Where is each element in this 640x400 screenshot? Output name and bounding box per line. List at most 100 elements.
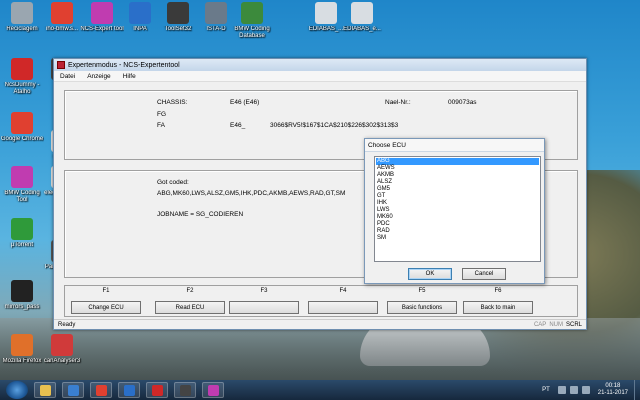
ecu-list-item[interactable]: RAD — [376, 228, 539, 235]
change-ecu-button[interactable]: Change ECU — [71, 301, 141, 314]
desktop-icon-label: Reciclagem — [6, 26, 38, 32]
desktop-icon-label: Mozilla Firefox — [2, 358, 42, 364]
shortcut-icon — [51, 2, 73, 24]
taskbar: PT 00:18 21-11-2017 — [0, 380, 640, 400]
window-titlebar[interactable]: Expertenmodus - NCS-Expertentool — [54, 59, 586, 71]
shortcut-icon — [315, 2, 337, 24]
desktop-icon[interactable]: Mozilla Firefox — [0, 334, 44, 365]
naelnr-label: Nael-Nr.: — [385, 99, 411, 106]
ecu-list-item[interactable]: IHK — [376, 200, 539, 207]
ecu-list-item[interactable]: LWS — [376, 207, 539, 214]
taskbar-explorer-button[interactable] — [34, 382, 56, 398]
desktop-icon[interactable]: BMW Coding Tool — [0, 166, 44, 204]
cancel-button[interactable]: Cancel — [462, 268, 506, 280]
read-ecu-button[interactable]: Read ECU — [155, 301, 225, 314]
clock-date: 21-11-2017 — [597, 390, 628, 396]
ecu-list-item[interactable]: MK60 — [376, 214, 539, 221]
clock[interactable]: 00:18 21-11-2017 — [598, 383, 628, 397]
dialog-titlebar[interactable]: Choose ECU — [365, 139, 544, 152]
app-icon — [57, 61, 65, 69]
desktop-icon[interactable]: Google Chrome — [0, 112, 44, 143]
f3-button[interactable] — [229, 301, 299, 314]
shortcut-icon — [11, 112, 33, 134]
ecu-list-item[interactable]: SM — [376, 235, 539, 242]
fa-label: FA — [157, 122, 165, 129]
ecu-list-item[interactable]: ALSZ — [376, 179, 539, 186]
ecu-list-item[interactable]: GT — [376, 193, 539, 200]
desktop-icon-label: EDIABAS_e... — [343, 26, 381, 32]
shortcut-icon — [11, 280, 33, 302]
tray-flag-icon[interactable] — [557, 386, 566, 394]
got-coded-label: Got coded: — [157, 179, 189, 186]
system-tray: PT 00:18 21-11-2017 — [542, 380, 640, 400]
shortcut-icon — [11, 166, 33, 188]
desktop-icon-label: Google Chrome — [0, 136, 44, 142]
taskbar-media-player-button[interactable] — [62, 382, 84, 398]
menu-hilfe[interactable]: Hilfe — [117, 73, 142, 80]
dialog-title: Choose ECU — [368, 141, 406, 149]
ecu-list-item[interactable]: AEWS — [376, 165, 539, 172]
clock-time: 00:18 — [605, 383, 621, 389]
num-indicator: NUM — [549, 321, 563, 328]
desktop-icon-label: NcsDummy - Atalho — [4, 82, 40, 95]
start-button[interactable] — [6, 381, 28, 399]
shortcut-icon — [91, 2, 113, 24]
chassis-label: CHASSIS: — [157, 99, 188, 106]
desktop-icon-label: canAnalyser3 — [43, 358, 81, 364]
ecu-list-item[interactable]: ABG — [376, 158, 539, 165]
shortcut-icon — [205, 2, 227, 24]
f5-key-label: F5 — [418, 288, 426, 294]
desktop-icon[interactable]: BMW Coding Database — [230, 2, 274, 40]
ecu-list-item[interactable]: PDC — [376, 221, 539, 228]
back-to-main-button[interactable]: Back to main — [463, 301, 533, 314]
tray-volume-icon[interactable] — [581, 386, 590, 394]
shortcut-icon — [11, 2, 33, 24]
basic-functions-button[interactable]: Basic functions — [387, 301, 457, 314]
taskbar-toolset-button[interactable] — [174, 382, 196, 398]
desktop-icon[interactable]: canAnalyser3 — [40, 334, 84, 365]
inpa-icon — [123, 384, 135, 396]
shortcut-icon — [351, 2, 373, 24]
desktop-icon-label: BMW Coding Tool — [4, 190, 40, 203]
function-key-bar: F1 F2 F3 F4 F5 F6 Change ECU Read ECU Ba… — [64, 285, 578, 317]
window-title: Expertenmodus - NCS-Expertentool — [68, 61, 180, 69]
f4-key-label: F4 — [339, 288, 347, 294]
desktop-icon[interactable]: mirrors_pass — [0, 280, 44, 311]
shortcut-icon — [167, 2, 189, 24]
show-desktop-button[interactable] — [634, 380, 640, 400]
desktop-icon[interactable]: Reciclagem — [0, 2, 44, 33]
ecu-listbox[interactable]: ABG AEWS AKMB ALSZ GM5 GT IHK LWS MK60 PDC RAD SM — [374, 156, 541, 262]
cap-indicator: CAP — [533, 321, 547, 328]
taskbar-apps — [28, 382, 224, 398]
jobname-text: JOBNAME = SG_CODIEREN — [157, 211, 244, 218]
language-indicator[interactable]: PT — [542, 387, 550, 393]
desktop-icon[interactable]: µTorrent — [0, 218, 44, 249]
desktop-icon[interactable]: NcsDummy - Atalho — [0, 58, 44, 96]
ecu-list-item[interactable]: GM5 — [376, 186, 539, 193]
shortcut-icon — [241, 2, 263, 24]
status-text: Ready — [58, 321, 76, 328]
desktop-icon[interactable]: iho-bmw.s... — [40, 2, 84, 33]
menu-anzeige[interactable]: Anzeige — [81, 73, 117, 80]
chrome-icon — [95, 384, 107, 396]
desktop-icon-label: mirrors_pass — [4, 304, 40, 310]
ok-button[interactable]: OK — [408, 268, 452, 280]
scrl-indicator: SCRL — [565, 321, 582, 328]
menu-datei[interactable]: Datei — [54, 73, 81, 80]
tray-network-icon[interactable] — [569, 386, 578, 394]
taskbar-coding-tool-button[interactable] — [202, 382, 224, 398]
f4-button[interactable] — [308, 301, 378, 314]
f1-key-label: F1 — [102, 288, 110, 294]
explorer-icon — [39, 384, 51, 396]
media-player-icon — [67, 384, 79, 396]
desktop-icon[interactable]: EDIABAS_e... — [340, 2, 384, 33]
shortcut-icon — [11, 334, 33, 356]
desktop-icon-label: iho-bmw.s... — [45, 26, 78, 32]
taskbar-ncs-dummy-button[interactable] — [146, 382, 168, 398]
toolset-icon — [179, 384, 191, 396]
ncs-dummy-icon — [151, 384, 163, 396]
ecu-list-item[interactable]: AKMB — [376, 172, 539, 179]
taskbar-chrome-button[interactable] — [90, 382, 112, 398]
taskbar-inpa-button[interactable] — [118, 382, 140, 398]
shortcut-icon — [11, 58, 33, 80]
